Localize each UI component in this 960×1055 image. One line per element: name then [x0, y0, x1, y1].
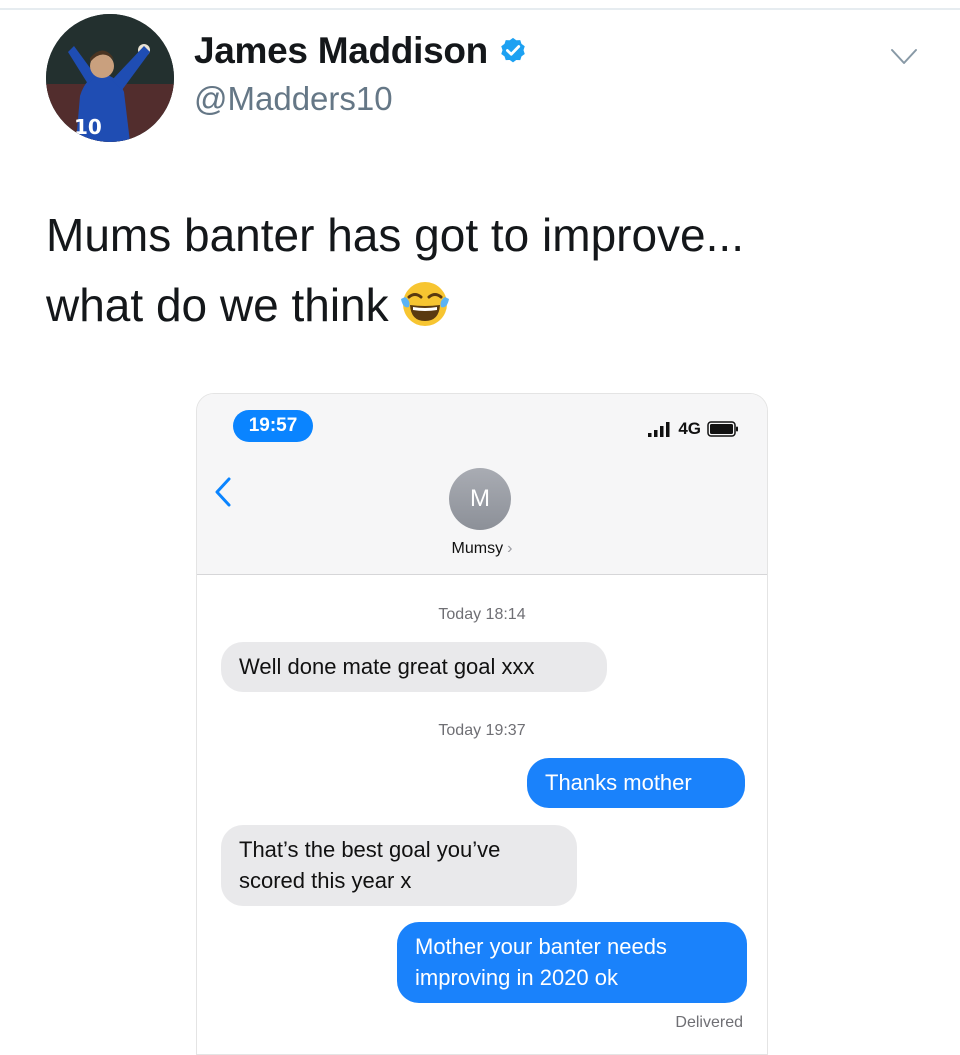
messages-screenshot: 19:57 4G M Mumsy › Today 18:14 Well done … [196, 393, 768, 1055]
outgoing-message-bubble[interactable]: Thanks mother [527, 758, 745, 808]
delivered-status: Delivered [675, 1014, 743, 1031]
contact-name: Mumsy [451, 540, 504, 557]
incoming-message-bubble[interactable]: That’s the best goal you’ve scored this … [221, 825, 577, 906]
network-type: 4G [678, 419, 701, 438]
back-chevron-icon[interactable] [213, 476, 233, 508]
battery-icon [707, 421, 738, 437]
messages-header: 19:57 4G M Mumsy › [197, 394, 767, 575]
message-text-line: scored this year x [239, 868, 412, 893]
status-indicators: 4G [648, 419, 739, 439]
contact-avatar[interactable]: M [449, 468, 511, 530]
status-time: 19:57 [233, 410, 313, 442]
cellular-signal-icon [648, 422, 670, 437]
message-text: Thanks mother [545, 770, 692, 795]
message-timestamp: Today 19:37 [438, 722, 526, 739]
tweet-text-segment: what do we think [46, 279, 389, 331]
message-text: Well done mate great goal xxx [239, 654, 535, 679]
tweet-text-line: what do we think [46, 270, 906, 340]
face-with-tears-of-joy-icon [400, 282, 449, 326]
message-text-line: That’s the best goal you’ve [239, 837, 501, 862]
user-handle[interactable]: @Madders10 [194, 80, 393, 118]
message-text-line: Mother your banter needs [415, 934, 667, 959]
incoming-message-bubble[interactable]: Well done mate great goal xxx [221, 642, 607, 692]
outgoing-message-bubble[interactable]: Mother your banter needs improving in 20… [397, 922, 747, 1003]
tweet-text-line: Mums banter has got to improve... [46, 209, 744, 261]
chevron-down-icon[interactable] [890, 48, 918, 66]
tweet-text: Mums banter has got to improve... what d… [46, 200, 906, 340]
message-timestamp: Today 18:14 [438, 606, 526, 623]
top-divider [0, 8, 960, 10]
chevron-right-icon: › [507, 540, 513, 557]
display-name[interactable]: James Maddison [194, 30, 488, 72]
display-name-row: James Maddison [194, 30, 528, 72]
verified-badge-icon [501, 37, 525, 63]
svg-text:10: 10 [74, 115, 102, 139]
message-text-line: improving in 2020 ok [415, 965, 619, 990]
contact-name-row[interactable]: Mumsy › [197, 540, 767, 558]
profile-avatar[interactable]: 10 [46, 14, 174, 142]
